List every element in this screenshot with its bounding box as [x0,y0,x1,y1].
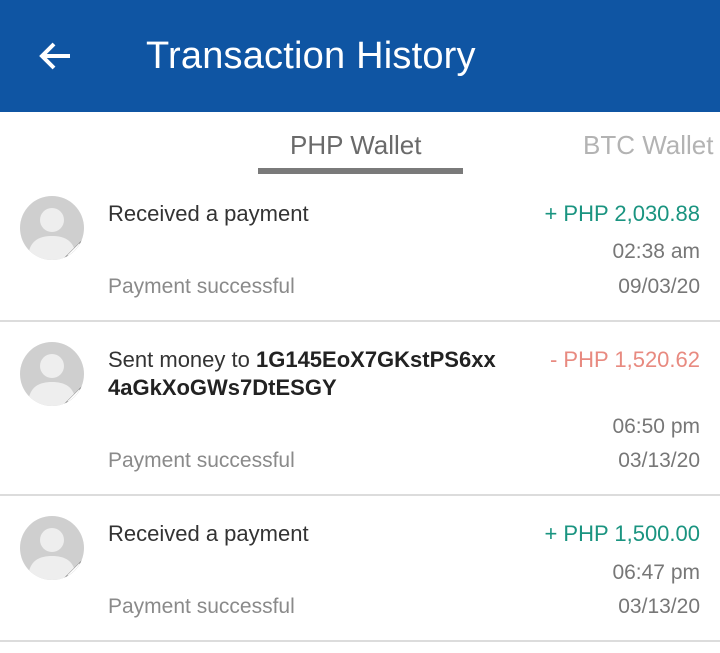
arrow-left-icon [39,42,70,70]
app-bar: Transaction History [0,0,720,112]
transaction-status: Payment successful [108,275,295,298]
transaction-row[interactable]: Received a payment + PHP 1,500.00 06:47 … [0,496,720,642]
user-avatar-icon [20,196,84,260]
description-prefix: Sent money to [108,347,256,372]
transaction-time: 06:50 pm [612,415,700,438]
transaction-date: 09/03/20 [618,275,700,298]
transaction-row[interactable]: Received a payment + PHP 2,030.88 02:38 … [0,176,720,322]
user-avatar-icon [20,516,84,580]
transaction-time: 02:38 am [612,240,700,263]
transaction-date: 03/13/20 [618,449,700,472]
user-avatar-icon [20,342,84,406]
transaction-date: 03/13/20 [618,595,700,618]
page-title: Transaction History [146,35,476,77]
transaction-status: Payment successful [108,595,295,618]
transaction-amount: + PHP 1,500.00 [544,521,700,546]
wallet-tabs: PHP Wallet BTC Wallet [0,112,720,174]
back-button[interactable] [36,36,76,76]
transaction-status: Payment successful [108,449,295,472]
tab-php-wallet[interactable]: PHP Wallet [290,128,422,162]
transaction-amount: - PHP 1,520.62 [549,347,700,372]
transaction-description: Received a payment [108,201,309,226]
transaction-row[interactable]: Sent money to 1G145EoX7GKstPS6xx 4aGkXoG… [0,322,720,496]
active-tab-indicator [258,168,463,174]
transaction-description: Sent money to 1G145EoX7GKstPS6xx 4aGkXoG… [108,346,528,402]
transaction-description: Received a payment [108,521,309,546]
transaction-amount: + PHP 2,030.88 [544,201,700,226]
transaction-time: 06:47 pm [612,561,700,584]
tab-btc-wallet[interactable]: BTC Wallet [583,128,714,162]
